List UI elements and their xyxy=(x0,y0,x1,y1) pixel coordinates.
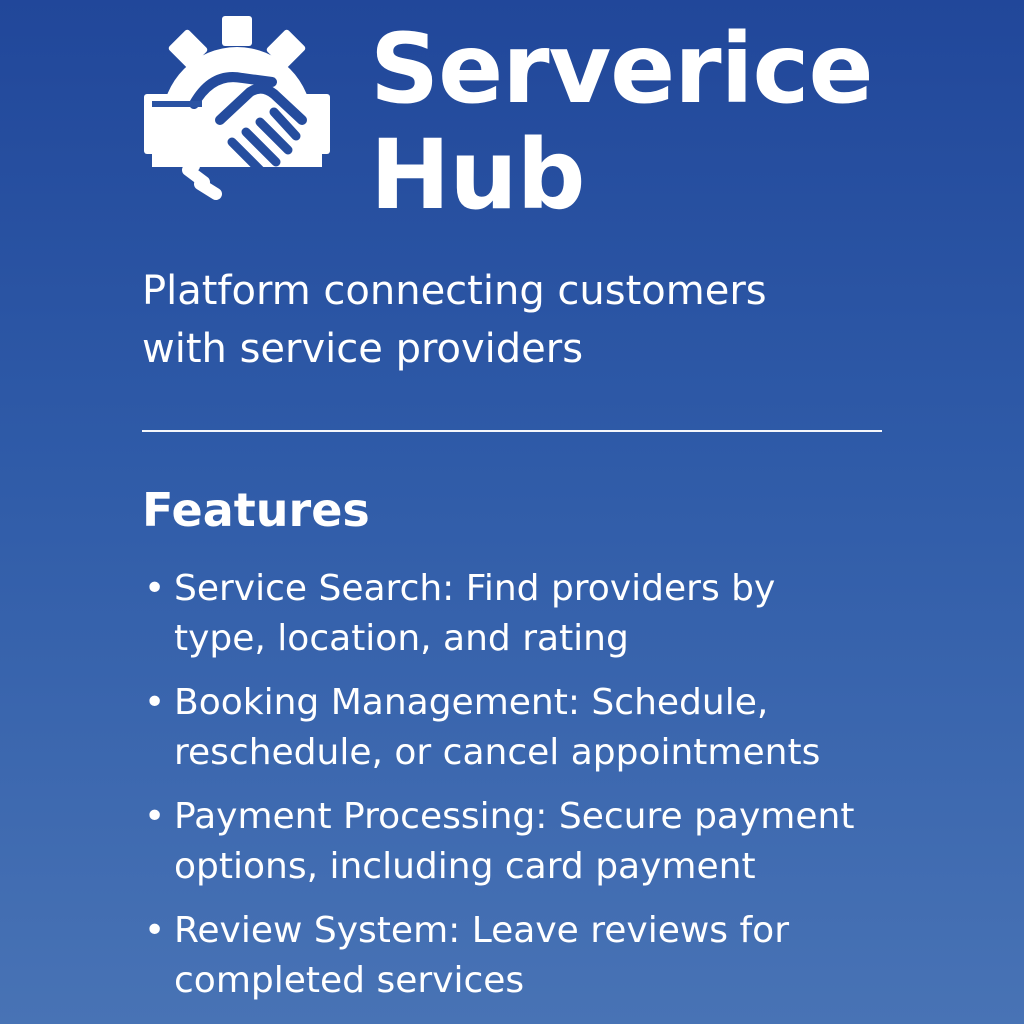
bullet-icon: • xyxy=(144,568,166,609)
feature-text-line2: completed services xyxy=(174,960,525,1001)
feature-text-line1: Payment Processing: Secure payment xyxy=(174,796,855,837)
divider xyxy=(142,430,882,432)
bullet-icon: • xyxy=(144,910,166,951)
app-title-line2: Hub xyxy=(370,119,585,231)
app-title: Serverice Hub xyxy=(370,13,874,231)
tagline: Platform connecting customers with servi… xyxy=(142,262,902,378)
feature-text-line2: reschedule, or cancel appointments xyxy=(174,732,821,773)
features-list: • Service Search: Find providers by type… xyxy=(142,564,922,1020)
features-heading: Features xyxy=(142,483,370,537)
bullet-icon: • xyxy=(144,682,166,723)
feature-text-line1: Review System: Leave reviews for xyxy=(174,910,789,951)
app-title-line1: Serverice xyxy=(370,13,874,125)
feature-item-review-system: • Review System: Leave reviews for compl… xyxy=(142,906,922,1006)
tagline-line2: with service providers xyxy=(142,326,584,372)
feature-text-line2: options, including card payment xyxy=(174,846,756,887)
feature-text-line1: Booking Management: Schedule, xyxy=(174,682,769,723)
feature-text-line1: Service Search: Find providers by xyxy=(174,568,776,609)
gear-handshake-icon xyxy=(142,12,332,202)
feature-item-service-search: • Service Search: Find providers by type… xyxy=(142,564,922,664)
bullet-icon: • xyxy=(144,796,166,837)
feature-text-line2: type, location, and rating xyxy=(174,618,629,659)
tagline-line1: Platform connecting customers xyxy=(142,268,767,314)
feature-item-booking-management: • Booking Management: Schedule, reschedu… xyxy=(142,678,922,778)
header: Serverice Hub xyxy=(142,12,902,232)
feature-item-payment-processing: • Payment Processing: Secure payment opt… xyxy=(142,792,922,892)
